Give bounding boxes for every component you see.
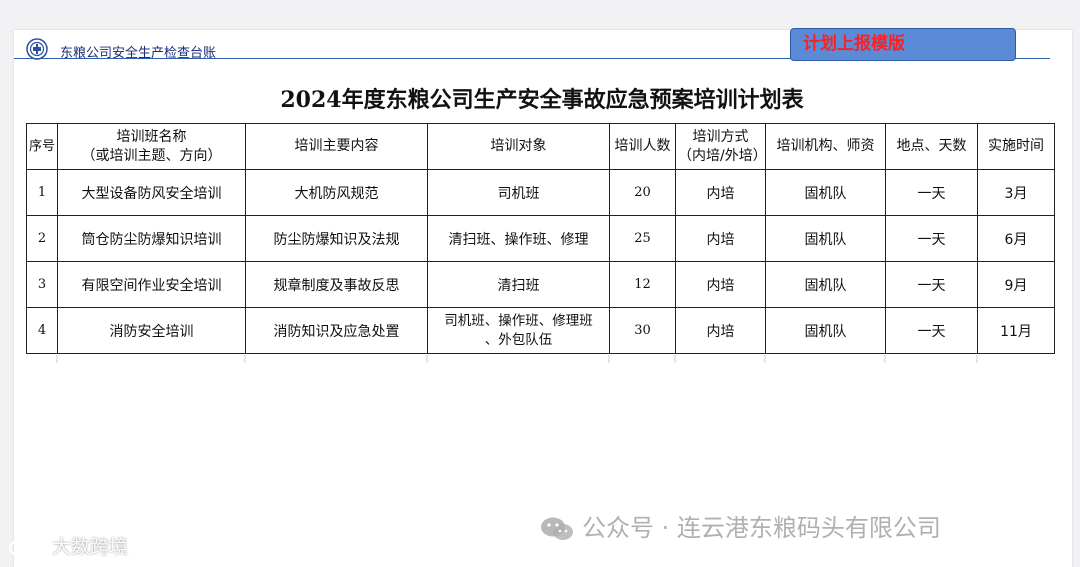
table-bottom-edge (56, 355, 978, 363)
table-cell: 筒仓防尘防爆知识培训 (57, 215, 246, 262)
table-cell: 内培 (675, 307, 766, 354)
table-cell: 一天 (885, 169, 978, 216)
table-cell: 2 (26, 215, 58, 262)
table-row: 3 有限空间作业安全培训 规章制度及事故反思 清扫班 12 内培 固机队 一天 … (26, 261, 1055, 308)
wechat-watermark: 公众号 · 连云港东粮码头有限公司 (540, 508, 941, 543)
table-cell: 内培 (675, 215, 766, 262)
table-cell: 司机班 (427, 169, 610, 216)
column-header: 培训人数 (609, 123, 676, 170)
table-cell: 大型设备防风安全培训 (57, 169, 246, 216)
table-cell: 固机队 (765, 307, 886, 354)
table-cell: 25 (609, 215, 676, 262)
table-cell: 12 (609, 261, 676, 308)
table-cell: 3月 (977, 169, 1055, 216)
watermark-text: 公众号 · 连云港东粮码头有限公司 (582, 514, 941, 542)
table-cell: 司机班、操作班、修理班 、外包队伍 (427, 307, 610, 354)
table-cell: 固机队 (765, 215, 886, 262)
corner-watermark-text: 大数跨境 (52, 536, 129, 558)
table-cell: 大机防风规范 (245, 169, 428, 216)
table-cell: 一天 (885, 261, 978, 308)
column-header: 培训机构、师资 (765, 123, 886, 170)
table-cell: 固机队 (765, 261, 886, 308)
column-header: 培训对象 (427, 123, 610, 170)
table-cell: 清扫班 (427, 261, 610, 308)
table-cell: 6月 (977, 215, 1055, 262)
table-cell: 消防知识及应急处置 (245, 307, 428, 354)
table-cell: 清扫班、操作班、修理 (427, 215, 610, 262)
table-cell: 20 (609, 169, 676, 216)
table-cell: 9月 (977, 261, 1055, 308)
table-cell: 有限空间作业安全培训 (57, 261, 246, 308)
table-cell: 3 (26, 261, 58, 308)
wechat-icon (541, 517, 573, 540)
page-title: 2024年度东粮公司生产安全事故应急预案培训计划表 (280, 87, 804, 113)
column-header: 序号 (26, 123, 58, 170)
table-cell: 4 (26, 307, 58, 354)
table-cell: 消防安全培训 (57, 307, 246, 354)
table-cell: 30 (609, 307, 676, 354)
table-row: 4 消防安全培训 消防知识及应急处置 司机班、操作班、修理班 、外包队伍 30 … (26, 307, 1055, 354)
report-template-badge: 计划上报模版 (790, 28, 1016, 61)
column-header: 地点、天数 (885, 123, 978, 170)
table-row: 2 筒仓防尘防爆知识培训 防尘防爆知识及法规 清扫班、操作班、修理 25 内培 … (26, 215, 1055, 262)
corner-logo-icon (9, 540, 52, 555)
table-cell: 内培 (675, 261, 766, 308)
table-cell: 防尘防爆知识及法规 (245, 215, 428, 262)
column-header: 培训主要内容 (245, 123, 428, 170)
table-cell: 内培 (675, 169, 766, 216)
table-cell: 1 (26, 169, 58, 216)
column-header: 实施时间 (977, 123, 1055, 170)
column-header: 培训方式 （内培/外培） (675, 123, 766, 170)
training-plan-table: 序号 培训班名称 （或培训主题、方向） 培训主要内容 培训对象 培训人数 培训方… (26, 123, 1055, 354)
column-header: 培训班名称 （或培训主题、方向） (57, 123, 246, 170)
table-cell: 一天 (885, 215, 978, 262)
table-row: 1 大型设备防风安全培训 大机防风规范 司机班 20 内培 固机队 一天 3月 (26, 169, 1055, 216)
table-cell: 一天 (885, 307, 978, 354)
table-cell: 固机队 (765, 169, 886, 216)
table-header-row: 序号 培训班名称 （或培训主题、方向） 培训主要内容 培训对象 培训人数 培训方… (26, 123, 1055, 170)
table-cell: 规章制度及事故反思 (245, 261, 428, 308)
table-cell: 11月 (977, 307, 1055, 354)
corner-watermark: 大数跨境 (8, 532, 128, 559)
company-logo-icon (26, 38, 48, 60)
